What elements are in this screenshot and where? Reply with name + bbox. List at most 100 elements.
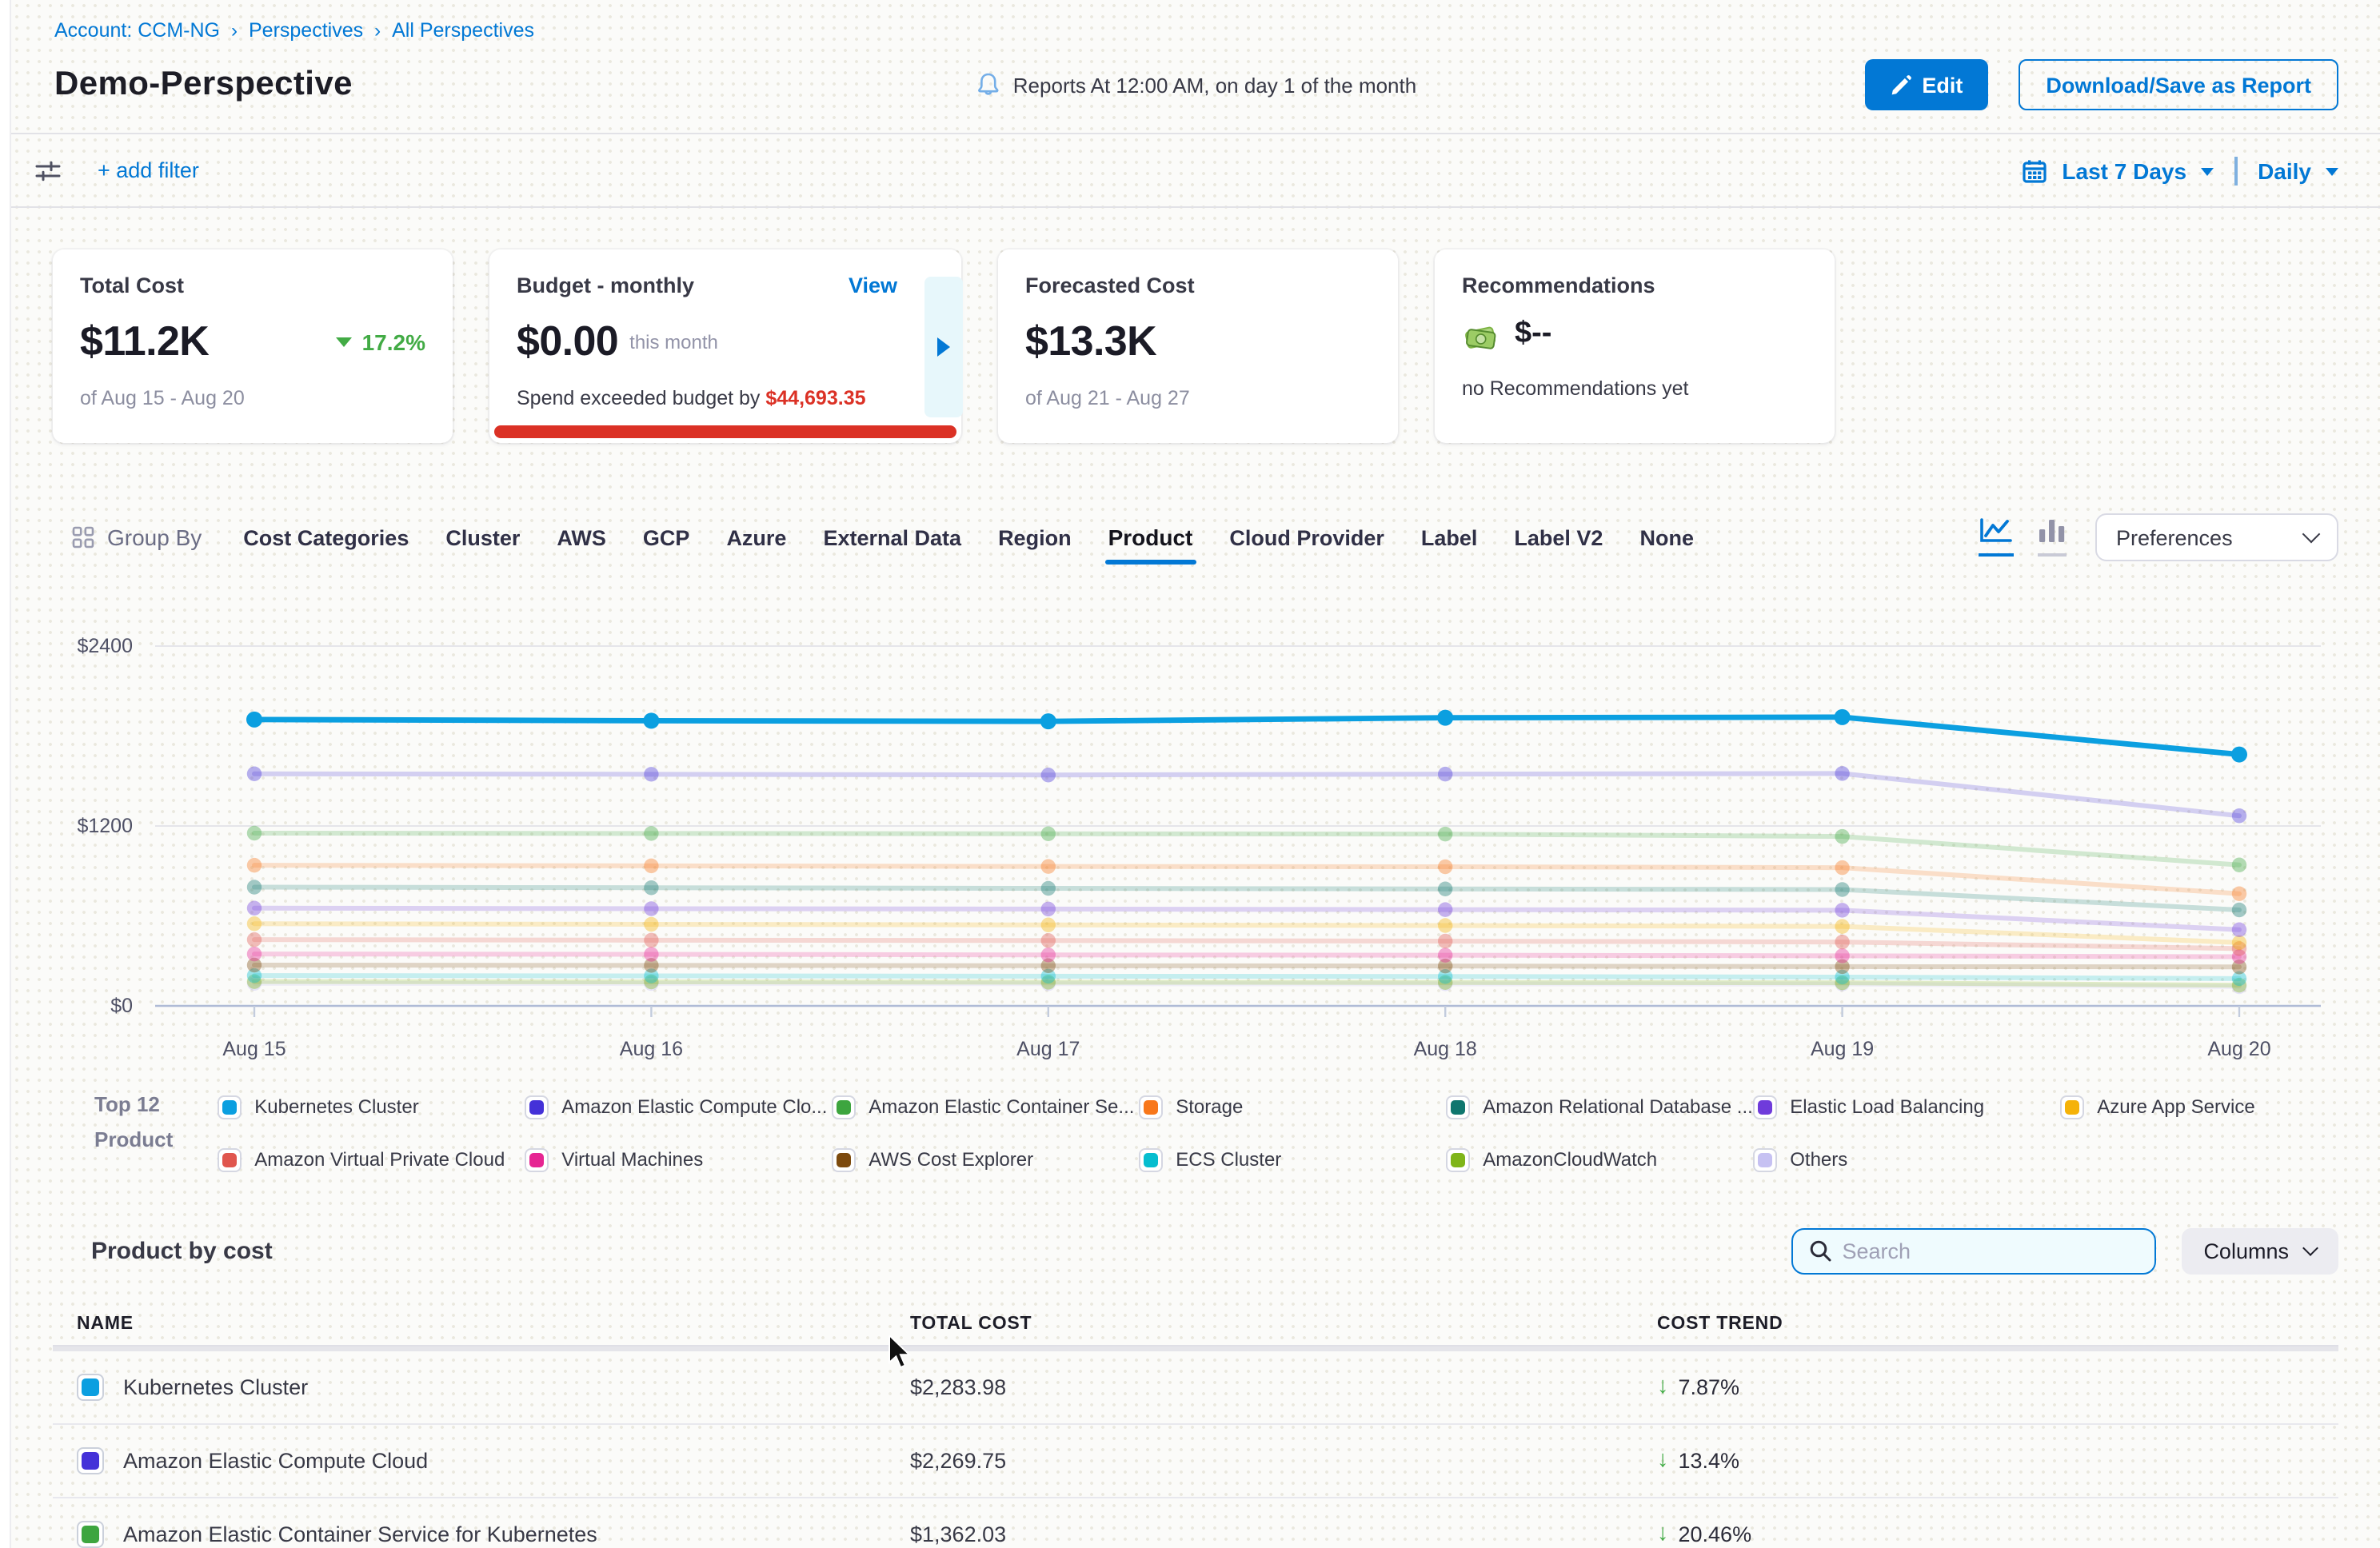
legend-item-storage[interactable]: Storage (1139, 1087, 1446, 1126)
tab-label[interactable]: Label (1421, 525, 1478, 549)
breadcrumb-perspectives-link[interactable]: Perspectives (249, 19, 363, 42)
data-point-amazon-relational-database-service[interactable] (1438, 882, 1452, 896)
add-filter-button[interactable]: + add filter (98, 158, 199, 182)
legend-item-amazon-elastic-compute-clo[interactable]: Amazon Elastic Compute Clo... (525, 1087, 832, 1126)
data-point-elastic-load-balancing[interactable] (247, 901, 262, 916)
tab-product[interactable]: Product (1108, 525, 1193, 550)
data-point-amazon-elastic-container-service-for-kubernetes[interactable] (247, 826, 262, 840)
data-point-kubernetes-cluster[interactable] (1835, 709, 1851, 725)
legend-item-amazoncloudwatch[interactable]: AmazonCloudWatch (1446, 1140, 1753, 1179)
data-point-storage[interactable] (2232, 887, 2246, 901)
table-row-amazon-elastic-container-service-for-kubernetes[interactable]: Amazon Elastic Container Service for Kub… (53, 1498, 2338, 1548)
column-header-name[interactable]: NAME (77, 1315, 910, 1334)
data-point-amazon-elastic-compute-cloud[interactable] (1438, 767, 1452, 781)
edit-button[interactable]: Edit (1864, 59, 1988, 110)
data-point-azure-app-service[interactable] (644, 917, 658, 932)
data-point-amazon-elastic-compute-cloud[interactable] (1041, 768, 1056, 782)
budget-view-link[interactable]: View (849, 273, 897, 297)
data-point-azure-app-service[interactable] (1438, 918, 1452, 932)
data-point-virtual-machines[interactable] (1835, 948, 1849, 963)
data-point-storage[interactable] (1835, 860, 1849, 875)
preferences-button[interactable]: Preferences (2095, 513, 2338, 561)
data-point-amazon-elastic-container-service-for-kubernetes[interactable] (644, 826, 658, 840)
tab-external-data[interactable]: External Data (823, 525, 961, 549)
data-point-amazon-elastic-compute-cloud[interactable] (1835, 766, 1849, 780)
data-point-amazon-elastic-compute-cloud[interactable] (644, 767, 658, 781)
tab-azure[interactable]: Azure (726, 525, 786, 549)
data-point-amazon-relational-database-service[interactable] (1041, 881, 1056, 896)
legend-item-others[interactable]: Others (1753, 1140, 2060, 1179)
data-point-elastic-load-balancing[interactable] (644, 901, 658, 916)
data-point-kubernetes-cluster[interactable] (1437, 710, 1453, 726)
data-point-azure-app-service[interactable] (2232, 936, 2246, 950)
legend-item-amazon-relational-database[interactable]: Amazon Relational Database ... (1446, 1087, 1753, 1126)
legend-item-aws-cost-explorer[interactable]: AWS Cost Explorer (832, 1140, 1139, 1179)
tab-label-v2[interactable]: Label V2 (1514, 525, 1603, 549)
legend-item-kubernetes-cluster[interactable]: Kubernetes Cluster (218, 1087, 525, 1126)
data-point-amazon-elastic-compute-cloud[interactable] (2232, 808, 2246, 823)
data-point-elastic-load-balancing[interactable] (2232, 923, 2246, 937)
data-point-elastic-load-balancing[interactable] (1438, 902, 1452, 916)
data-point-storage[interactable] (644, 859, 658, 873)
data-point-virtual-machines[interactable] (1041, 948, 1056, 962)
legend-item-amazon-elastic-container-se[interactable]: Amazon Elastic Container Se... (832, 1087, 1139, 1126)
data-point-amazon-elastic-compute-cloud[interactable] (247, 767, 262, 781)
data-point-kubernetes-cluster[interactable] (246, 712, 262, 728)
data-point-azure-app-service[interactable] (247, 916, 262, 931)
column-header-total-cost[interactable]: TOTAL COST (910, 1315, 1657, 1334)
carousel-next-button[interactable] (924, 276, 963, 417)
legend-item-elastic-load-balancing[interactable]: Elastic Load Balancing (1753, 1087, 2060, 1126)
columns-button[interactable]: Columns (2181, 1227, 2338, 1274)
data-point-amazon-relational-database-service[interactable] (2232, 903, 2246, 917)
data-point-amazon-elastic-container-service-for-kubernetes[interactable] (1041, 827, 1056, 841)
bar-chart-toggle[interactable] (2038, 518, 2067, 557)
tab-gcp[interactable]: GCP (643, 525, 690, 549)
granularity-selector[interactable]: Daily (2258, 158, 2311, 183)
breadcrumb-all-perspectives-link[interactable]: All Perspectives (392, 19, 534, 42)
data-point-storage[interactable] (1438, 860, 1452, 874)
table-row-amazon-elastic-compute-cloud[interactable]: Amazon Elastic Compute Cloud$2,269.75↓13… (53, 1425, 2338, 1498)
legend-color-chip (2060, 1095, 2084, 1119)
data-point-amazon-elastic-container-service-for-kubernetes[interactable] (1438, 827, 1452, 841)
data-point-amazon-virtual-private-cloud[interactable] (247, 932, 262, 947)
data-point-amazon-relational-database-service[interactable] (247, 880, 262, 894)
data-point-amazon-virtual-private-cloud[interactable] (1438, 934, 1452, 948)
download-save-report-button[interactable]: Download/Save as Report (2019, 59, 2338, 110)
legend-item-ecs-cluster[interactable]: ECS Cluster (1139, 1140, 1446, 1179)
tab-region[interactable]: Region (998, 525, 1072, 549)
tab-aws[interactable]: AWS (557, 525, 606, 549)
data-point-storage[interactable] (247, 858, 262, 872)
data-point-amazon-elastic-container-service-for-kubernetes[interactable] (1835, 829, 1849, 844)
data-point-kubernetes-cluster[interactable] (1040, 713, 1056, 729)
data-point-amazon-virtual-private-cloud[interactable] (1835, 935, 1849, 949)
data-point-storage[interactable] (1041, 859, 1056, 873)
data-point-amazon-relational-database-service[interactable] (644, 880, 658, 895)
tab-cost-categories[interactable]: Cost Categories (243, 525, 409, 549)
data-point-amazon-elastic-container-service-for-kubernetes[interactable] (2232, 858, 2246, 872)
tab-cluster[interactable]: Cluster (445, 525, 520, 549)
breadcrumb-account-link[interactable]: Account: CCM-NG (54, 19, 220, 42)
legend-item-azure-app-service[interactable]: Azure App Service (2060, 1087, 2367, 1126)
legend-item-amazon-virtual-private-cloud[interactable]: Amazon Virtual Private Cloud (218, 1140, 525, 1179)
line-chart-toggle[interactable] (1979, 518, 2014, 557)
tab-cloud-provider[interactable]: Cloud Provider (1229, 525, 1384, 549)
data-point-amazon-virtual-private-cloud[interactable] (644, 933, 658, 948)
data-point-azure-app-service[interactable] (1041, 918, 1056, 932)
tab-none[interactable]: None (1639, 525, 1694, 549)
legend-item-virtual-machines[interactable]: Virtual Machines (525, 1140, 832, 1179)
data-point-virtual-machines[interactable] (644, 947, 658, 961)
date-range-selector[interactable]: Last 7 Days (2062, 158, 2186, 183)
table-row-kubernetes-cluster[interactable]: Kubernetes Cluster$2,283.98↓7.87% (53, 1351, 2338, 1425)
data-point-amazon-virtual-private-cloud[interactable] (1041, 933, 1056, 948)
data-point-elastic-load-balancing[interactable] (1835, 903, 1849, 917)
data-point-kubernetes-cluster[interactable] (2231, 747, 2247, 763)
search-input[interactable] (1842, 1239, 2138, 1263)
data-point-virtual-machines[interactable] (247, 947, 262, 961)
data-point-amazon-relational-database-service[interactable] (1835, 882, 1849, 896)
data-point-elastic-load-balancing[interactable] (1041, 902, 1056, 916)
filter-sliders-icon[interactable] (34, 158, 62, 183)
data-point-azure-app-service[interactable] (1835, 919, 1849, 933)
data-point-kubernetes-cluster[interactable] (643, 712, 659, 728)
data-point-virtual-machines[interactable] (1438, 948, 1452, 962)
column-header-cost-trend[interactable]: COST TREND (1657, 1315, 2338, 1334)
